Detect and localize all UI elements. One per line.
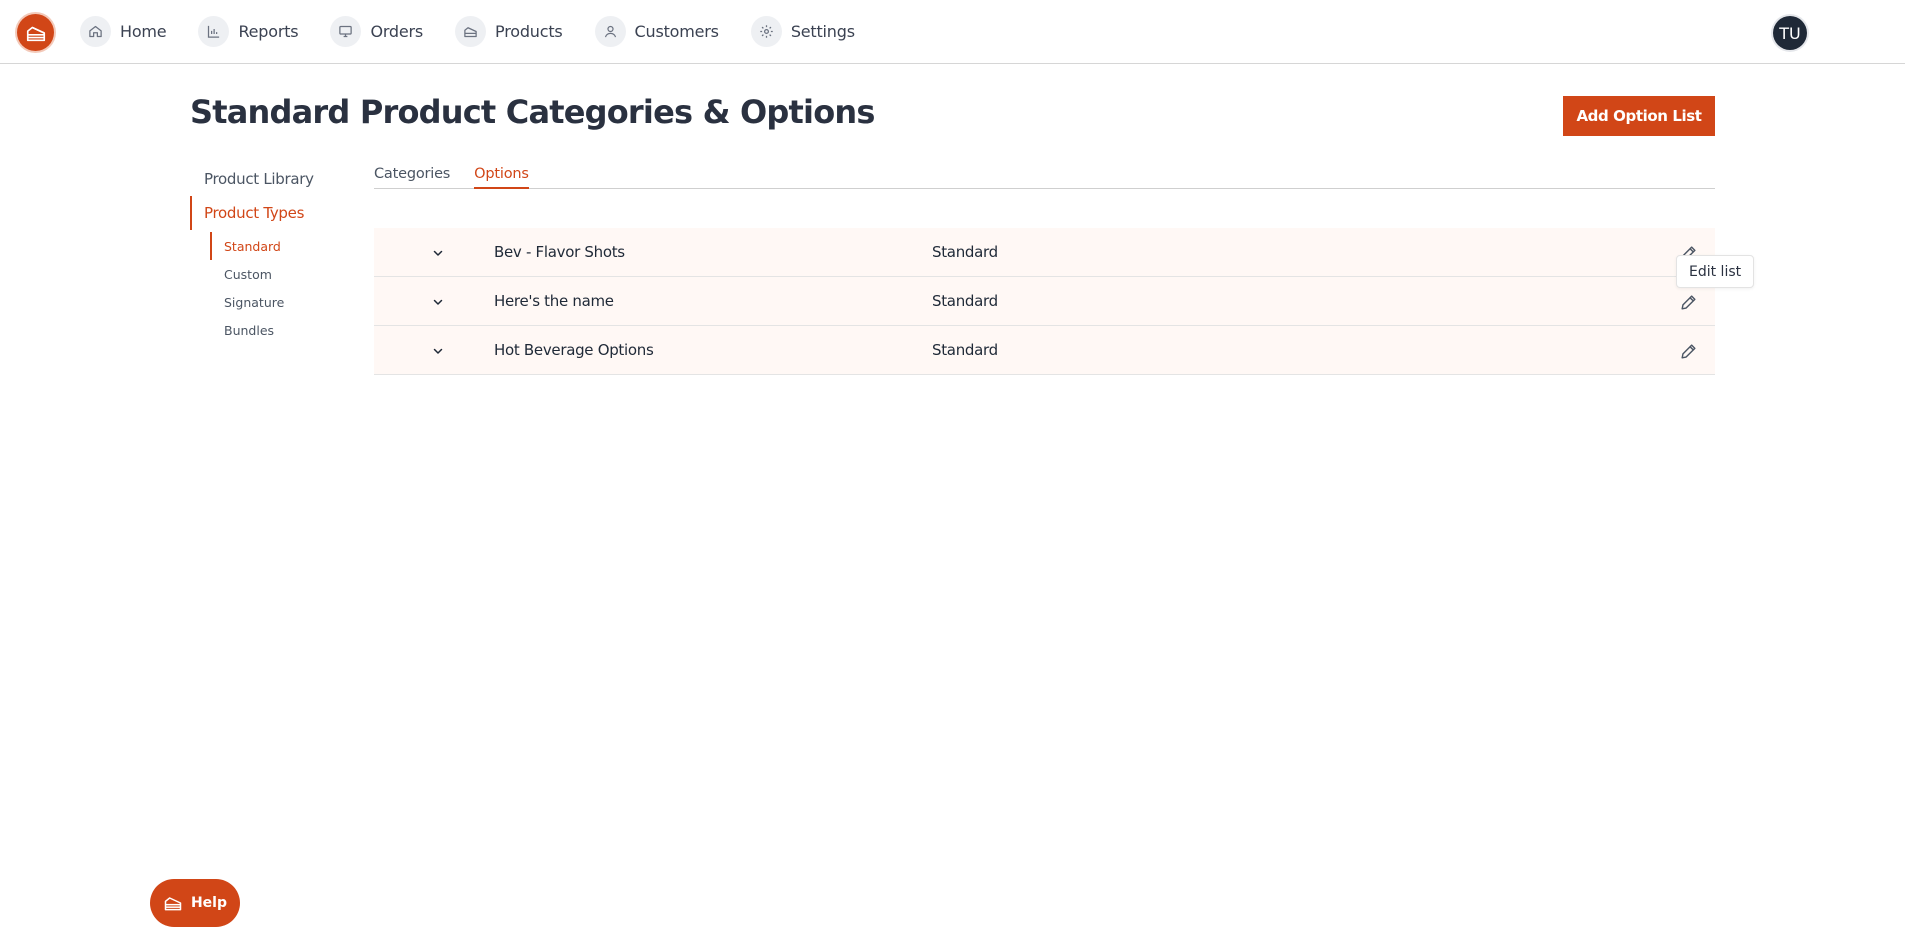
edit-list-tooltip: Edit list — [1676, 255, 1755, 288]
chevron-down-icon[interactable] — [428, 292, 448, 312]
sidebar-item-product-types[interactable]: Product Types — [190, 196, 350, 230]
sidebar: Product Library Product Types Standard C… — [190, 162, 350, 344]
option-list-row: Hot Beverage Options Standard — [374, 326, 1715, 375]
option-list-row: Bev - Flavor Shots Standard — [374, 228, 1715, 277]
option-list-type: Standard — [932, 243, 998, 261]
option-list-name: Hot Beverage Options — [494, 341, 654, 359]
help-label: Help — [190, 895, 228, 911]
main-nav: Home Reports Orders Products Customers S… — [80, 16, 887, 47]
nav-item-home[interactable]: Home — [80, 16, 167, 47]
gear-icon — [750, 16, 782, 47]
option-list-table: Bev - Flavor Shots Standard Here's the n… — [374, 228, 1715, 375]
sidebar-subitem-custom[interactable]: Custom — [210, 260, 350, 288]
option-list-row: Here's the name Standard — [374, 277, 1715, 326]
nav-label-products: Products — [495, 22, 563, 41]
cake-icon — [164, 897, 182, 911]
nav-label-reports: Reports — [238, 22, 299, 41]
pencil-edit-icon[interactable] — [1676, 290, 1700, 314]
pencil-edit-icon[interactable] — [1676, 339, 1700, 363]
sidebar-subnav: Standard Custom Signature Bundles — [210, 232, 350, 344]
user-avatar[interactable]: TU — [1773, 16, 1807, 50]
option-list-name: Bev - Flavor Shots — [494, 243, 625, 261]
sidebar-item-product-library[interactable]: Product Library — [190, 162, 350, 196]
nav-item-reports[interactable]: Reports — [198, 16, 299, 47]
brand-logo[interactable] — [17, 14, 54, 51]
cake-icon — [455, 16, 487, 47]
nav-item-orders[interactable]: Orders — [330, 16, 423, 47]
monitor-icon — [330, 16, 362, 47]
page-title: Standard Product Categories & Options — [190, 93, 875, 131]
help-button[interactable]: Help — [150, 879, 240, 927]
tab-options[interactable]: Options — [474, 160, 529, 189]
cake-logo-icon — [26, 26, 45, 41]
top-navigation-bar: Home Reports Orders Products Customers S… — [0, 0, 1905, 64]
user-icon — [594, 16, 626, 47]
nav-item-settings[interactable]: Settings — [750, 16, 855, 47]
nav-label-settings: Settings — [790, 22, 855, 41]
chevron-down-icon[interactable] — [428, 243, 448, 263]
bar-chart-icon — [198, 16, 230, 47]
tab-categories[interactable]: Categories — [374, 160, 450, 189]
nav-item-products[interactable]: Products — [455, 16, 563, 47]
sidebar-subitem-standard[interactable]: Standard — [210, 232, 350, 260]
nav-item-customers[interactable]: Customers — [594, 16, 719, 47]
nav-label-home: Home — [120, 22, 167, 41]
option-list-type: Standard — [932, 341, 998, 359]
sidebar-subitem-signature[interactable]: Signature — [210, 288, 350, 316]
nav-label-orders: Orders — [370, 22, 424, 41]
tab-bar: Categories Options — [374, 160, 1715, 189]
option-list-name: Here's the name — [494, 292, 614, 310]
sidebar-subitem-bundles[interactable]: Bundles — [210, 316, 350, 344]
add-option-list-button[interactable]: Add Option List — [1563, 96, 1715, 136]
nav-label-customers: Customers — [634, 22, 719, 41]
option-list-type: Standard — [932, 292, 998, 310]
home-icon — [80, 16, 111, 47]
chevron-down-icon[interactable] — [428, 341, 448, 361]
